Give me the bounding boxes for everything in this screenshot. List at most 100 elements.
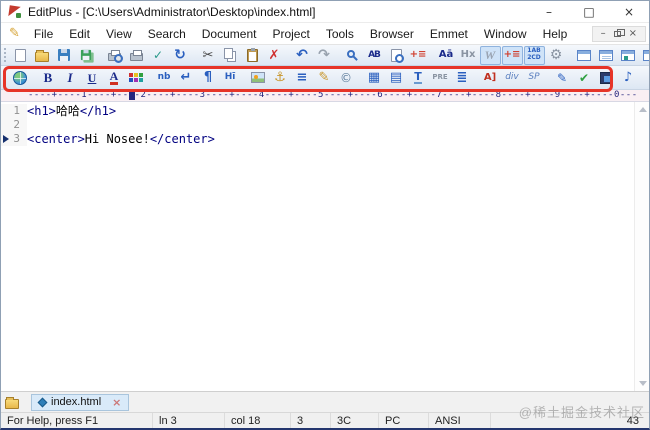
menu-project[interactable]: Project — [264, 25, 317, 43]
script-button[interactable]: ✎ — [552, 68, 573, 87]
menu-view[interactable]: View — [98, 25, 140, 43]
cliptext-window-button[interactable] — [618, 46, 639, 65]
find-button[interactable] — [342, 46, 363, 65]
scroll-up-icon[interactable] — [639, 107, 647, 112]
vertical-scrollbar[interactable] — [634, 102, 649, 391]
menu-search[interactable]: Search — [140, 25, 194, 43]
save-all-button[interactable] — [76, 46, 97, 65]
scroll-down-icon[interactable] — [639, 381, 647, 386]
paste-button[interactable] — [242, 46, 263, 65]
div-button[interactable]: div — [502, 68, 523, 87]
form-input-button[interactable] — [646, 68, 649, 87]
minimize-button[interactable]: – — [529, 1, 569, 22]
music-note-icon: ♪ — [623, 70, 633, 85]
code-line[interactable]: 1 <h1>哈哈</h1> — [1, 104, 634, 118]
delete-button[interactable]: ✗ — [264, 46, 285, 65]
color-picker-button[interactable] — [126, 68, 147, 87]
html-tag: </center> — [149, 132, 215, 146]
line-numbers-button[interactable]: 1AB 2CD — [523, 45, 545, 65]
multimedia-button[interactable] — [596, 68, 617, 87]
line-numbers-icon: 1AB 2CD — [527, 47, 541, 61]
spell-check-button[interactable]: ✓ — [148, 46, 169, 65]
special-char-button[interactable]: © — [336, 68, 357, 87]
tab-indent-button[interactable]: +≡ — [501, 45, 523, 65]
syntax-check-button[interactable]: ✔ — [574, 68, 595, 87]
new-file-button[interactable] — [10, 46, 31, 65]
mdi-close-button[interactable]: × — [629, 28, 637, 39]
heading-button[interactable]: Hī — [220, 68, 241, 87]
table-row-button[interactable]: ▤ — [386, 68, 407, 87]
folder-icon[interactable] — [5, 396, 19, 409]
sound-button[interactable]: ♪ — [618, 68, 639, 87]
line-number: 1 — [1, 104, 27, 118]
ruler-ticks: ----+----1----+-- — [28, 90, 129, 100]
sp-button[interactable]: SP — [524, 68, 545, 87]
table-icon: ▦ — [367, 70, 381, 85]
menu-document[interactable]: Document — [194, 25, 265, 43]
font-icon: Aā — [438, 49, 454, 60]
textarea-button[interactable]: T — [408, 68, 429, 87]
open-file-button[interactable] — [32, 46, 53, 65]
line-break-button[interactable]: ↵ — [176, 68, 197, 87]
preferences-button[interactable]: ⚙ — [546, 46, 567, 65]
code-line[interactable]: 3 <center>Hi Nosee!</center> — [1, 132, 634, 146]
pre-button[interactable]: PRE — [430, 68, 451, 87]
menu-emmet[interactable]: Emmet — [422, 25, 476, 43]
delete-icon: ✗ — [268, 47, 280, 63]
hex-view-button[interactable]: Hx — [458, 46, 479, 65]
insert-image-button[interactable] — [248, 68, 269, 87]
menu-tools[interactable]: Tools — [318, 25, 362, 43]
menu-file[interactable]: File — [26, 25, 61, 43]
tab-index-html[interactable]: index.html × — [31, 393, 130, 411]
mdi-minimize-button[interactable]: – — [601, 28, 606, 39]
underline-button[interactable]: U — [82, 68, 103, 87]
bold-button[interactable]: B — [38, 68, 59, 87]
cut-button[interactable]: ✂ — [198, 46, 219, 65]
cliptext-window-icon — [621, 49, 635, 61]
toggle-marker-button[interactable]: +≡ — [408, 46, 429, 65]
menu-help[interactable]: Help — [535, 25, 576, 43]
check-icon: ✔ — [578, 70, 590, 85]
menu-edit[interactable]: Edit — [61, 25, 98, 43]
nonbreaking-space-button[interactable]: nb — [154, 68, 175, 87]
edit-source-button[interactable]: ✎ — [314, 68, 335, 87]
italic-button[interactable]: I — [60, 68, 81, 87]
split-window-button[interactable] — [574, 46, 595, 65]
find-in-files-button[interactable] — [386, 46, 407, 65]
reload-button[interactable]: ↻ — [170, 46, 191, 65]
font-button[interactable]: Aā — [436, 46, 457, 65]
script-icon: ✎ — [556, 70, 568, 85]
copy-button[interactable] — [220, 46, 241, 65]
paragraph-button[interactable]: ¶ — [198, 68, 219, 87]
scissors-icon: ✂ — [202, 47, 214, 63]
word-wrap-button[interactable]: W — [479, 45, 501, 65]
span-button[interactable]: A] — [480, 68, 501, 87]
tab-close-icon[interactable]: × — [112, 396, 121, 409]
output-window-button[interactable] — [640, 46, 649, 65]
print-button[interactable] — [126, 46, 147, 65]
print-preview-button[interactable] — [104, 46, 125, 65]
browser-preview-button[interactable] — [10, 68, 31, 87]
menu-browser[interactable]: Browser — [362, 25, 422, 43]
list-button[interactable]: ≣ — [452, 68, 473, 87]
font-color-button[interactable]: A — [104, 68, 125, 87]
mdi-restore-button[interactable] — [613, 28, 625, 37]
line-number: 2 — [1, 118, 27, 132]
window-list-button[interactable] — [596, 46, 617, 65]
menu-window[interactable]: Window — [476, 25, 535, 43]
replace-button[interactable]: AB — [364, 46, 385, 65]
anchor-button[interactable]: ⚓ — [270, 68, 291, 87]
code-line[interactable]: 2 — [1, 118, 634, 132]
code-pane[interactable]: 1 <h1>哈哈</h1> 2 3 <center>Hi Nosee!</cen… — [1, 102, 634, 391]
undo-button[interactable]: ↶ — [292, 46, 313, 65]
horizontal-rule-button[interactable]: ≡ — [292, 68, 313, 87]
close-button[interactable]: × — [609, 1, 649, 22]
maximize-button[interactable]: □ — [569, 1, 609, 22]
pre-icon: PRE — [432, 73, 448, 81]
insert-table-button[interactable]: ▦ — [364, 68, 385, 87]
editor-area[interactable]: 1 <h1>哈哈</h1> 2 3 <center>Hi Nosee!</cen… — [1, 102, 649, 391]
palette-icon — [129, 73, 133, 77]
save-button[interactable] — [54, 46, 75, 65]
undo-icon: ↶ — [296, 47, 308, 63]
redo-button[interactable]: ↷ — [314, 46, 335, 65]
